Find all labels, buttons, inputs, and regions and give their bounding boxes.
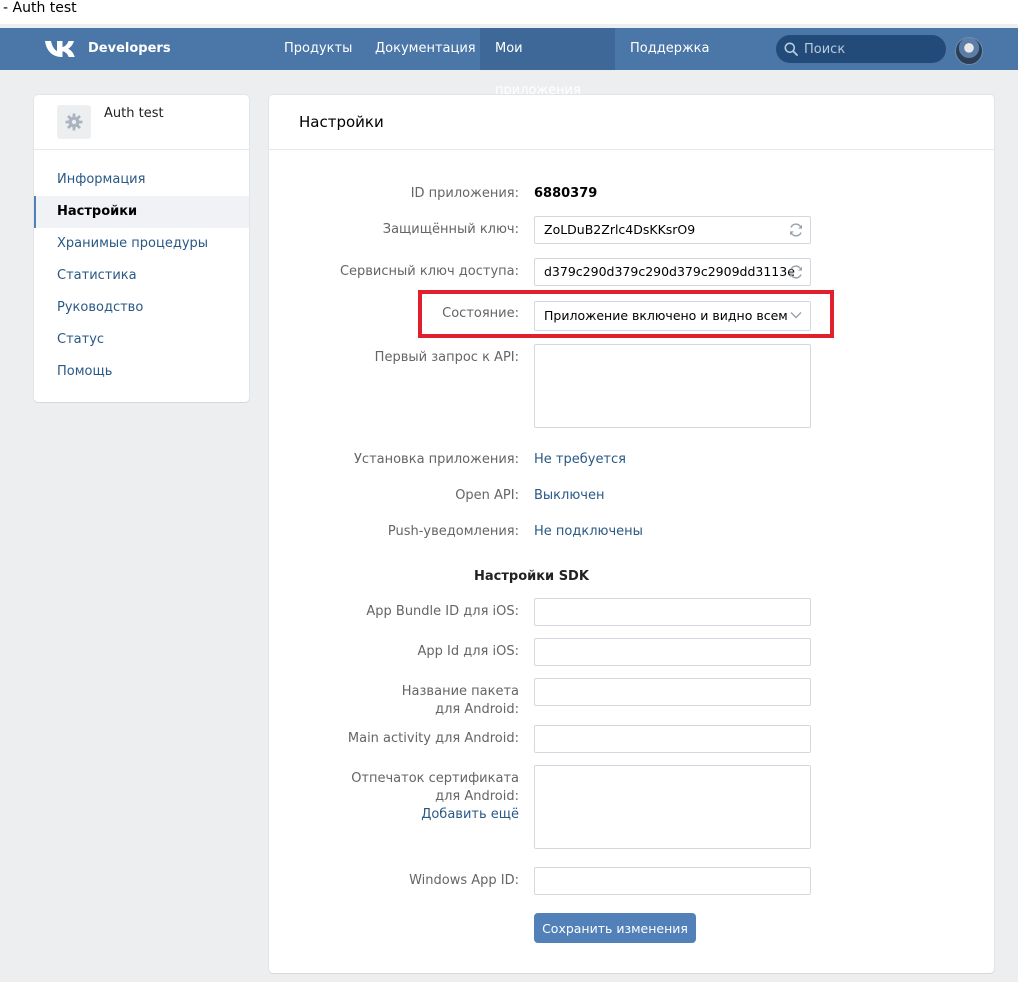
first-request-textarea[interactable] — [534, 344, 811, 428]
android-package-label-2: для Android: — [435, 702, 519, 717]
refresh-icon[interactable] — [788, 264, 804, 280]
nav-my-apps[interactable]: Мои приложения — [480, 28, 615, 98]
window-title-bar: - Auth test — [0, 0, 1018, 24]
fingerprint-label-1: Отпечаток сертификата — [351, 771, 519, 786]
app-id-value: 6880379 — [534, 186, 598, 201]
window-title: - Auth test — [3, 0, 77, 16]
ios-appid-input[interactable] — [534, 638, 811, 666]
ios-bundle-label: App Bundle ID для iOS: — [366, 604, 519, 619]
sidebar-item-settings[interactable]: Настройки — [34, 196, 249, 228]
state-label: Состояние: — [442, 306, 519, 321]
ios-bundle-input[interactable] — [534, 598, 811, 626]
vk-logo-icon[interactable] — [44, 38, 78, 60]
state-select[interactable]: Приложение включено и видно всем — [534, 301, 811, 331]
sidebar-item-guide[interactable]: Руководство — [34, 292, 249, 324]
sdk-section-title: Настройки SDK — [474, 569, 589, 584]
secret-key-field[interactable]: ZoLDuB2Zrlc4DsKKsrO9 — [534, 216, 811, 244]
app-header: Auth test — [34, 95, 249, 150]
app-icon — [57, 105, 91, 139]
avatar[interactable] — [955, 37, 983, 65]
fingerprint-label-2: для Android: — [435, 789, 519, 804]
sidebar-item-info[interactable]: Информация — [34, 164, 249, 196]
install-link[interactable]: Не требуется — [534, 451, 626, 469]
nav-support[interactable]: Поддержка — [615, 28, 725, 70]
panel-header: Настройки — [269, 95, 994, 150]
chevron-down-icon — [790, 312, 802, 319]
push-link[interactable]: Не подключены — [534, 523, 643, 541]
secret-key-value: ZoLDuB2Zrlc4DsKKsrO9 — [544, 222, 696, 237]
service-key-value: d379c290d379c290d379c2909dd3113e — [544, 264, 795, 279]
app-id-label: ID приложения: — [410, 186, 519, 201]
push-label: Push-уведомления: — [387, 524, 519, 539]
ios-appid-label: App Id для iOS: — [417, 644, 519, 659]
sidebar-item-statistics[interactable]: Статистика — [34, 260, 249, 292]
open-api-link[interactable]: Выключен — [534, 487, 604, 505]
top-header: Developers Продукты Документация Мои при… — [0, 28, 1018, 98]
search-icon — [784, 42, 798, 56]
sidebar-item-help[interactable]: Помощь — [34, 356, 249, 388]
add-more-link[interactable]: Добавить ещё — [269, 806, 519, 824]
main-activity-label: Main activity для Android: — [347, 731, 519, 746]
search-box[interactable] — [776, 35, 946, 63]
service-key-field[interactable]: d379c290d379c290d379c2909dd3113e — [534, 258, 811, 286]
search-input[interactable] — [804, 35, 940, 63]
android-package-input[interactable] — [534, 678, 811, 706]
sidebar-item-stored-procedures[interactable]: Хранимые процедуры — [34, 228, 249, 260]
logo-text[interactable]: Developers — [88, 41, 171, 56]
sidebar: Auth test Информация Настройки Хранимые … — [34, 95, 249, 402]
gear-icon — [65, 113, 83, 131]
android-package-label-1: Название пакета — [401, 684, 519, 699]
fingerprint-textarea[interactable] — [534, 765, 811, 849]
windows-appid-label: Windows App ID: — [409, 873, 519, 888]
refresh-icon[interactable] — [788, 222, 804, 238]
app-name: Auth test — [104, 106, 164, 121]
nav-documentation[interactable]: Документация — [360, 28, 491, 70]
open-api-label: Open API: — [455, 488, 519, 503]
install-label: Установка приложения: — [354, 452, 519, 467]
first-request-label: Первый запрос к API: — [374, 350, 519, 365]
page-title: Настройки — [299, 113, 384, 131]
save-button[interactable]: Сохранить изменения — [534, 913, 696, 943]
secret-key-label: Защищённый ключ: — [382, 222, 519, 237]
nav-products[interactable]: Продукты — [269, 28, 367, 70]
state-value: Приложение включено и видно всем — [544, 308, 788, 323]
sidebar-item-status[interactable]: Статус — [34, 324, 249, 356]
settings-panel: Настройки ID приложения: 6880379 Защищён… — [269, 95, 994, 973]
main-activity-input[interactable] — [534, 725, 811, 753]
service-key-label: Сервисный ключ доступа: — [339, 264, 519, 279]
windows-appid-input[interactable] — [534, 867, 811, 895]
